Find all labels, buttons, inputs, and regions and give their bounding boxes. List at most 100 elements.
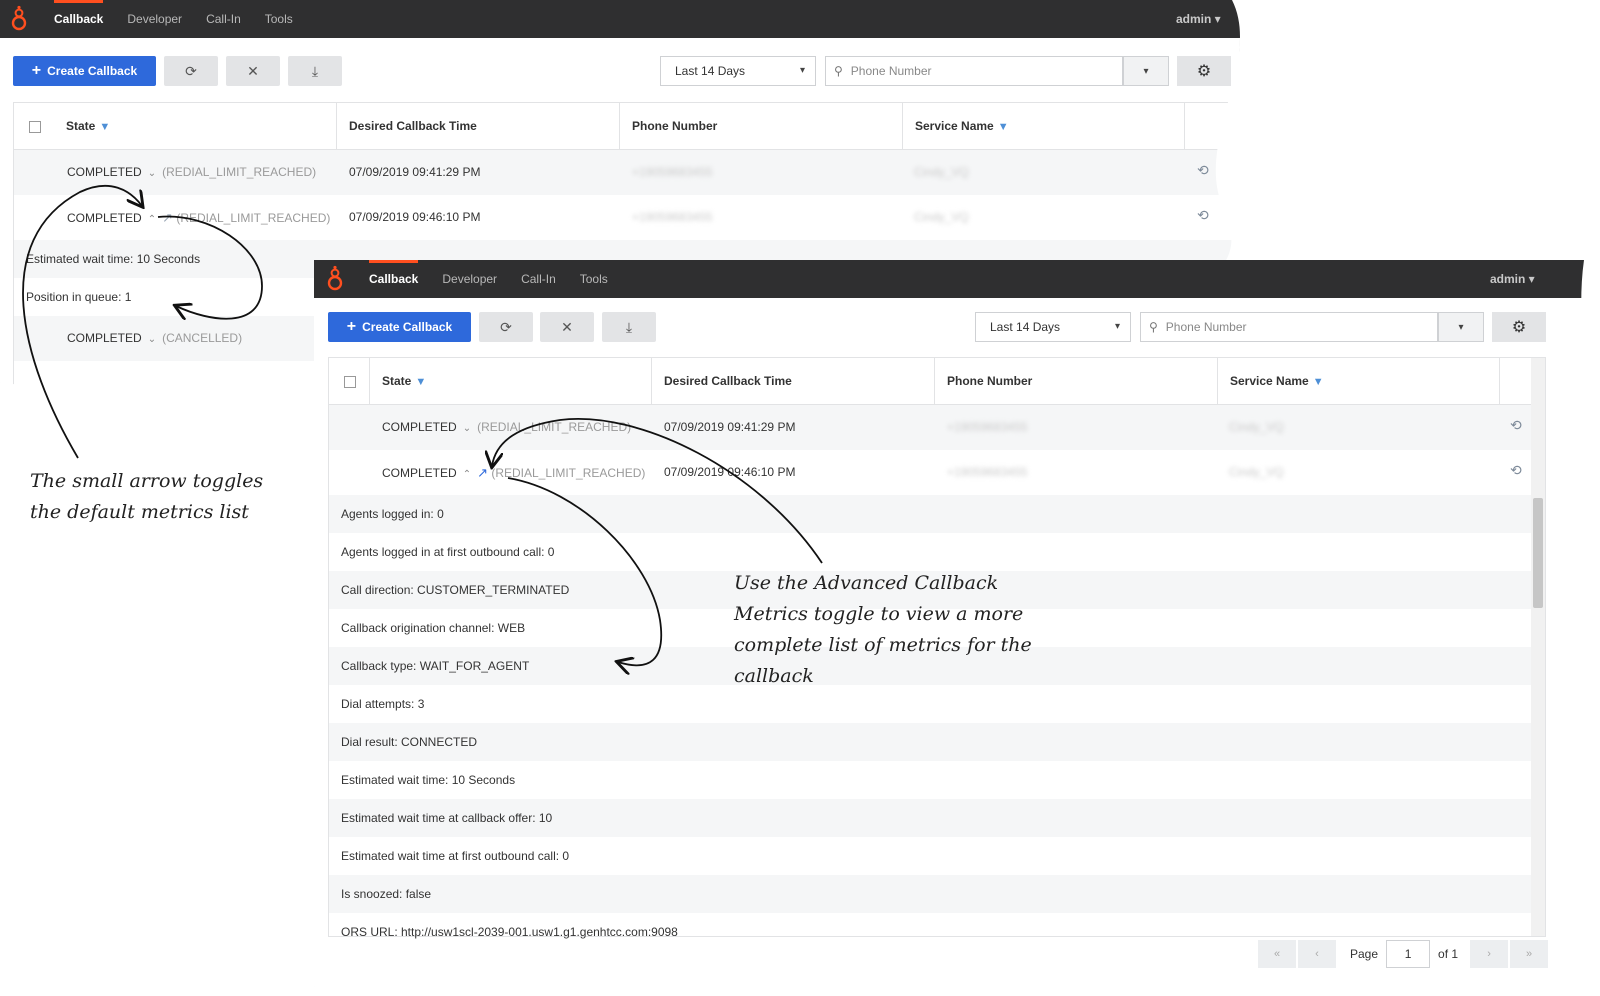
row-state: COMPLETED <box>67 165 142 179</box>
nav-item-tools[interactable]: Tools <box>580 260 608 298</box>
nav-item-callback[interactable]: Callback <box>369 260 418 298</box>
nav-item-developer[interactable]: Developer <box>127 0 182 38</box>
metric-item: Agents logged in at first outbound call:… <box>341 545 555 559</box>
metric-item: Is snoozed: false <box>329 875 1545 913</box>
collapse-chevron-icon[interactable]: ⌃ <box>463 469 471 480</box>
table-row[interactable]: COMPLETED ⌃ ↗ (REDIAL_LIMIT_REACHED) 07/09… <box>329 450 1545 495</box>
first-page-button[interactable]: « <box>1258 940 1296 968</box>
annotation-right: Use the Advanced Callback Metrics toggle… <box>734 572 1032 687</box>
download-icon: ⤓ <box>311 62 319 79</box>
double-chevron-left-icon: « <box>1273 948 1281 960</box>
select-all-checkbox[interactable] <box>344 376 356 388</box>
download-button[interactable]: ⤓ <box>602 312 656 342</box>
expand-chevron-icon[interactable]: ⌄ <box>463 423 471 434</box>
chevron-down-icon: ▾ <box>1458 321 1464 333</box>
download-button[interactable]: ⤓ <box>288 56 342 86</box>
user-menu[interactable]: admin ▾ <box>1176 0 1221 38</box>
col-service-name[interactable]: Service Name ▼ <box>1217 358 1324 405</box>
row-service: Cindy_VQ <box>914 165 969 179</box>
settings-button[interactable]: ⚙ <box>1492 312 1546 342</box>
nav-item-developer[interactable]: Developer <box>442 260 497 298</box>
reschedule-icon[interactable]: ⟲ <box>1197 207 1209 224</box>
refresh-button[interactable]: ⟳ <box>164 56 218 86</box>
col-state-label: State <box>66 119 96 133</box>
prev-page-button[interactable]: ‹ <box>1298 940 1336 968</box>
col-state[interactable]: State ▼ <box>369 358 426 405</box>
filter-icon[interactable]: ▼ <box>99 121 110 133</box>
page-number-input[interactable]: 1 <box>1386 940 1430 968</box>
reschedule-icon[interactable]: ⟲ <box>1197 162 1209 179</box>
row-service: Cindy_VQ <box>914 210 969 224</box>
phone-search-input[interactable]: ⚲ Phone Number <box>1140 312 1438 342</box>
settings-button[interactable]: ⚙ <box>1177 56 1231 86</box>
col-phone-number[interactable]: Phone Number <box>619 103 717 150</box>
user-menu[interactable]: admin ▾ <box>1490 260 1535 298</box>
next-page-button[interactable]: › <box>1470 940 1508 968</box>
collapse-chevron-icon[interactable]: ⌃ <box>148 214 156 225</box>
nav-item-call-in[interactable]: Call-In <box>206 0 241 38</box>
table-row[interactable]: COMPLETED ⌃ ↗ (REDIAL_LIMIT_REACHED) 07/09… <box>14 195 1232 240</box>
main-nav: Callback Developer Call-In Tools <box>54 0 317 38</box>
advanced-metrics-icon[interactable]: ↗ <box>477 465 488 480</box>
table-row[interactable]: COMPLETED ⌄ (REDIAL_LIMIT_REACHED) 07/09/2… <box>329 405 1545 450</box>
page-label: Page <box>1350 947 1379 961</box>
expand-chevron-icon[interactable]: ⌄ <box>148 168 156 179</box>
top-navbar: Callback Developer Call-In Tools admin ▾ <box>0 0 1240 38</box>
expand-chevron-icon[interactable]: ⌄ <box>148 334 156 345</box>
col-actions <box>1184 103 1234 150</box>
close-icon: ✕ <box>247 62 259 79</box>
col-state-label: State <box>382 374 412 388</box>
search-icon: ⚲ <box>834 64 843 78</box>
reschedule-icon[interactable]: ⟲ <box>1510 417 1522 434</box>
main-nav: Callback Developer Call-In Tools <box>369 260 632 298</box>
table-row[interactable]: COMPLETED ⌄ (REDIAL_LIMIT_REACHED) 07/09/2… <box>14 150 1232 195</box>
select-all-checkbox[interactable] <box>29 121 41 133</box>
reschedule-icon[interactable]: ⟲ <box>1510 462 1522 479</box>
row-time: 07/09/2019 09:41:29 PM <box>349 165 481 179</box>
chevron-down-icon: ▾ <box>1143 65 1149 77</box>
plus-icon: + <box>31 62 42 79</box>
metric-item: Dial result: CONNECTED <box>329 723 1545 761</box>
nav-item-callback[interactable]: Callback <box>54 0 103 38</box>
gear-icon: ⚙ <box>1196 63 1212 80</box>
metric-item: Agents logged in: 0 <box>329 495 1545 533</box>
date-range-select[interactable]: Last 14 Days ▾ <box>660 56 816 86</box>
filter-icon[interactable]: ▼ <box>998 121 1009 133</box>
search-options-dropdown[interactable]: ▾ <box>1123 56 1169 86</box>
row-reason: (REDIAL_LIMIT_REACHED) <box>176 211 331 225</box>
last-page-button[interactable]: » <box>1510 940 1548 968</box>
nav-item-call-in[interactable]: Call-In <box>521 260 556 298</box>
phone-search-input[interactable]: ⚲ Phone Number <box>825 56 1123 86</box>
date-range-select[interactable]: Last 14 Days ▾ <box>975 312 1131 342</box>
chevron-left-icon: ‹ <box>1315 948 1319 960</box>
double-chevron-right-icon: » <box>1525 948 1533 960</box>
search-options-dropdown[interactable]: ▾ <box>1438 312 1484 342</box>
top-navbar: Callback Developer Call-In Tools admin ▾ <box>314 260 1598 298</box>
metric-item: Estimated wait time: 10 Seconds <box>341 773 516 787</box>
filter-icon[interactable]: ▼ <box>415 376 426 388</box>
cancel-button[interactable]: ✕ <box>540 312 594 342</box>
col-desired-time[interactable]: Desired Callback Time <box>651 358 792 405</box>
refresh-button[interactable]: ⟳ <box>479 312 533 342</box>
filter-icon[interactable]: ▼ <box>1313 376 1324 388</box>
table-scrollbar[interactable] <box>1531 358 1545 936</box>
genesys-logo-icon <box>326 265 344 293</box>
nav-item-tools[interactable]: Tools <box>265 0 293 38</box>
scrollbar-thumb[interactable] <box>1533 498 1543 608</box>
create-callback-button[interactable]: + Create Callback <box>13 56 156 86</box>
cancel-button[interactable]: ✕ <box>226 56 280 86</box>
row-time: 07/09/2019 09:46:10 PM <box>349 210 481 224</box>
col-state[interactable]: State ▼ <box>54 103 110 150</box>
advanced-metrics-icon[interactable]: ↗ <box>162 210 173 225</box>
chevron-down-icon: ▾ <box>799 65 805 76</box>
row-phone: +19059683455 <box>632 210 713 224</box>
col-phone-number[interactable]: Phone Number <box>934 358 1032 405</box>
col-service-name[interactable]: Service Name ▼ <box>902 103 1009 150</box>
row-phone: +19059683455 <box>947 465 1028 479</box>
metric-item: Estimated wait time at callback offer: 1… <box>329 799 1545 837</box>
row-state: COMPLETED <box>67 211 142 225</box>
col-desired-time[interactable]: Desired Callback Time <box>336 103 477 150</box>
search-placeholder: Phone Number <box>850 64 932 78</box>
create-callback-button[interactable]: + Create Callback <box>328 312 471 342</box>
row-state: COMPLETED <box>382 466 457 480</box>
